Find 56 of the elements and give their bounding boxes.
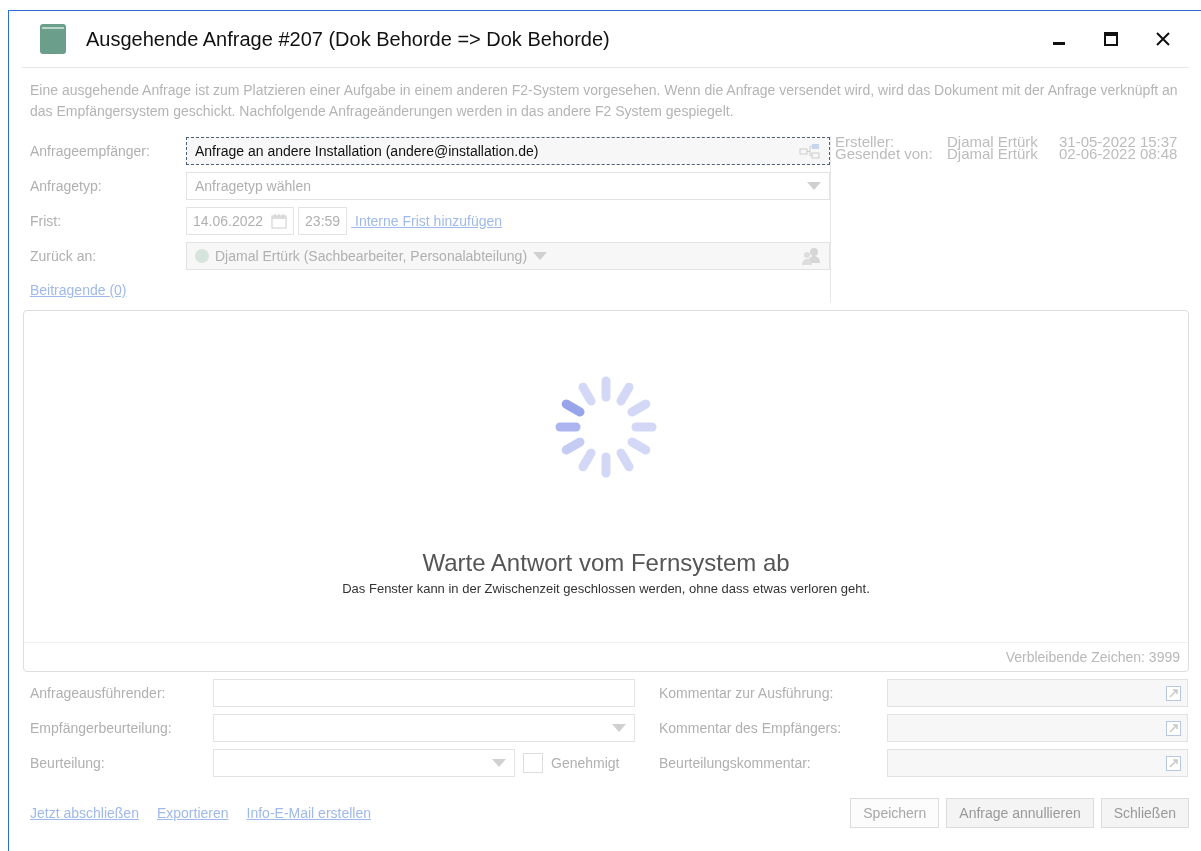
network-icon	[799, 143, 821, 159]
meta-name: Djamal Ertürk	[947, 136, 1039, 148]
field-label: Kommentar des Empfängers:	[659, 720, 843, 736]
comment-field[interactable]	[887, 749, 1188, 777]
recipient-field[interactable]: Anfrage an andere Installation (andere@installation.de)	[186, 137, 830, 165]
maximize-icon	[1104, 32, 1118, 46]
comment-field[interactable]	[887, 679, 1188, 707]
field-label: Beurteilungskommentar:	[659, 755, 812, 771]
return-to-dropdown[interactable]: Djamal Ertürk (Sachbearbeiter, Personalabteilung)	[186, 242, 830, 270]
description-text: Eine ausgehende Anfrage ist zum Platzieren einer Aufgabe in einem anderen F2-System vorgesehen. Wenn die Anfrage versendet wird, wird das Dokument mit der Anfrage verknüpft an das Empfängersystem geschickt. Nachfolgende Anfrageänderungen werden in das andere F2 System gespiegelt.	[30, 81, 1179, 121]
waiting-subtitle: Das Fenster kann in der Zwischenzeit geschlossen werden, ohne dass etwas verloren geht.	[342, 581, 870, 596]
input-field[interactable]	[213, 679, 635, 707]
field-label: Anfragetyp:	[30, 178, 103, 194]
dropdown-caret-icon	[807, 182, 821, 190]
field-label: Beurteilung:	[29, 755, 106, 771]
meta-name: Djamal Ertürk	[947, 148, 1039, 160]
people-icon	[801, 247, 821, 265]
field-label: Empfängerbeurteilung:	[29, 720, 173, 736]
close-icon	[1156, 32, 1170, 46]
dialog-button[interactable]: Anfrage annullieren	[946, 798, 1094, 828]
add-deadline-link[interactable]: Interne Frist hinzufügen	[351, 213, 503, 229]
dialog-button[interactable]: Schließen	[1100, 798, 1189, 828]
date-field[interactable]: 14.06.2022	[186, 207, 295, 235]
remaining-characters: Verbleibende Zeichen: 3999	[1005, 649, 1180, 665]
dropdown[interactable]	[213, 749, 515, 777]
status-dot-icon	[195, 249, 209, 263]
meta-date: 31-05-2022 15:37	[1059, 136, 1178, 148]
field-label: Frist:	[30, 213, 63, 229]
dropdown-caret-icon	[612, 724, 626, 732]
field-label: Kommentar zur Ausführung:	[659, 685, 835, 701]
book-icon	[40, 24, 66, 54]
waiting-title: Warte Antwort vom Fernsystem ab	[422, 549, 790, 577]
type-dropdown[interactable]: Anfragetyp wählen	[186, 172, 830, 200]
field-label: Zurück an:	[30, 248, 98, 264]
comment-field[interactable]	[887, 714, 1188, 742]
contributors-link[interactable]: Beitragende (0)	[30, 282, 127, 298]
expand-icon[interactable]	[1166, 755, 1181, 771]
expand-icon[interactable]	[1166, 685, 1181, 701]
checkbox-label: Genehmigt	[551, 755, 620, 771]
dropdown-caret-icon	[492, 759, 506, 767]
checkbox[interactable]	[523, 753, 543, 773]
dropdown[interactable]	[213, 714, 635, 742]
calendar-icon	[271, 213, 288, 229]
field-label: Anfrageempfänger:	[30, 143, 151, 159]
meta-date: 02-06-2022 08:48	[1059, 148, 1178, 160]
window-title: Ausgehende Anfrage #207 (Dok Behorde => Dok Behorde)	[86, 27, 611, 51]
dropdown-caret-icon	[533, 252, 548, 260]
minimize-icon	[1053, 41, 1065, 45]
meta-label: Gesendet von:	[835, 148, 934, 160]
meta-label: Ersteller:	[835, 136, 895, 148]
expand-icon[interactable]	[1166, 720, 1181, 736]
action-link[interactable]: Jetzt abschließen	[30, 805, 139, 821]
field-label: Anfrageausführender:	[29, 685, 167, 701]
action-link[interactable]: Info-E-Mail erstellen	[246, 805, 372, 821]
time-field[interactable]: 23:59	[298, 207, 348, 235]
action-link[interactable]: Exportieren	[156, 805, 229, 821]
